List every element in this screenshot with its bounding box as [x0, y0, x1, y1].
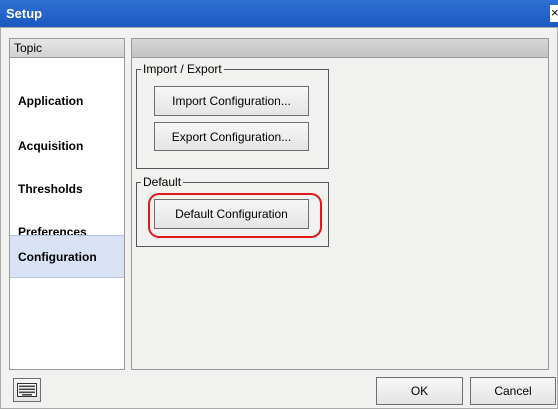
topic-sidebar: Topic Application Acquisition Thresholds… [9, 38, 125, 370]
default-button-highlight [148, 193, 322, 238]
keyboard-button[interactable] [13, 378, 41, 402]
default-group-title: Default [141, 175, 184, 189]
content-panel-header [132, 39, 548, 58]
topic-thresholds[interactable]: Thresholds [10, 168, 124, 210]
window-title: Setup [6, 6, 43, 21]
topic-configuration[interactable]: Configuration [10, 235, 124, 278]
close-button[interactable]: × [550, 5, 558, 22]
cancel-button[interactable]: Cancel [470, 377, 556, 405]
keyboard-icon [17, 383, 37, 397]
import-export-group: Import / Export [136, 62, 329, 169]
ok-button[interactable]: OK [376, 377, 463, 405]
topic-application[interactable]: Application [10, 80, 124, 122]
import-configuration-button[interactable]: Import Configuration... [154, 86, 309, 116]
topic-header: Topic [10, 39, 124, 58]
import-export-group-title: Import / Export [141, 62, 224, 76]
export-configuration-button[interactable]: Export Configuration... [154, 122, 309, 151]
title-bar: Setup × [0, 0, 558, 27]
topic-acquisition[interactable]: Acquisition [10, 125, 124, 167]
